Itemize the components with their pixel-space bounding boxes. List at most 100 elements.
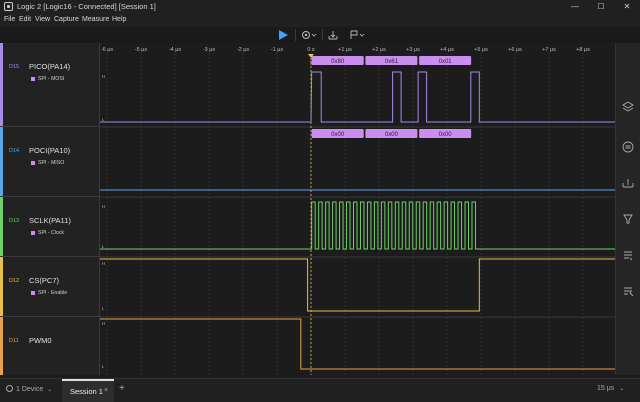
minimize-button[interactable]: — [562,0,588,15]
timing-markers-icon[interactable] [622,177,634,189]
decoded-value: 0x00 [331,132,345,138]
start-capture-button[interactable] [274,28,292,42]
low-level-label: L [102,364,105,369]
measure-icon [328,31,338,40]
app-logo-icon [4,2,13,11]
channel-number: D12 [9,278,20,284]
bottom-bar: 1 Device ⌄ Session 1 × + 15 μs ⌄ [0,378,640,402]
gear-icon [302,31,317,39]
analyzer-label: SPI - Clock [38,230,64,236]
add-session-button[interactable]: + [119,383,125,394]
annotations-icon[interactable] [622,249,634,261]
menu-measure[interactable]: Measure [82,16,109,23]
decoded-value: 0x80 [331,59,345,65]
channel-d15[interactable]: D15 PICO(PA14) SPI - MOSI [0,43,100,127]
high-level-label: H [102,261,105,266]
channel-d11[interactable]: D11 PWM0 [0,317,100,375]
channel-number: D11 [9,338,19,344]
high-level-label: H [102,321,105,326]
close-tab-icon[interactable]: × [104,387,108,394]
chevron-down-icon: ⌄ [619,386,625,392]
time-axis-label: 0 s [307,47,315,53]
waveform-plot[interactable]: -6 μs -5 μs -4 μs -3 μs -2 μs -1 μs 0 s +1 μs +2… [100,43,615,375]
zoom-value: 15 μs [597,385,615,392]
time-axis-label: +1 μs [338,47,352,53]
low-level-label: L [102,117,105,122]
channel-number: D14 [9,148,20,154]
session-tab-label: Session 1 [70,387,103,396]
channel-color-bar [0,317,3,375]
channel-color-bar [0,43,3,126]
analyzer-color-swatch [31,291,35,295]
decoded-value: 0x00 [439,132,453,138]
analyzer-color-swatch [31,231,35,235]
channel-number: D13 [9,218,20,224]
time-axis-label: -2 μs [237,47,250,53]
channel-color-bar [0,257,3,316]
chevron-down-icon: ⌄ [47,387,53,393]
menu-help[interactable]: Help [112,16,126,23]
time-axis-label: -6 μs [101,47,114,53]
waveform-canvas[interactable]: -6 μs -5 μs -4 μs -3 μs -2 μs -1 μs 0 s +1 μs +2… [100,43,615,375]
menu-view[interactable]: View [35,16,50,23]
analyzers-icon[interactable] [622,101,634,113]
menu-file[interactable]: File [4,16,15,23]
high-level-label: H [102,204,105,209]
flag-icon [350,30,365,39]
channel-list: D15 PICO(PA14) SPI - MOSI D14 POCI(PA10)… [0,43,100,375]
high-level-label: H [102,74,105,79]
channel-number: D15 [9,64,20,70]
menu-capture[interactable]: Capture [54,16,79,23]
analyzer-color-swatch [31,77,35,81]
pwm-waveform [100,318,615,370]
channel-name[interactable]: POCI(PA10) [29,146,70,155]
time-axis-label: -5 μs [135,47,148,53]
mosi-waveform [100,71,615,123]
device-icon [6,385,13,392]
window-title: Logic 2 [Logic16 - Connected] [Session 1… [17,2,156,11]
time-axis-label: +7 μs [542,47,556,53]
device-tab[interactable]: 1 Device ⌄ [6,385,52,393]
toolbar [0,27,640,43]
device-settings-button[interactable] [298,28,320,42]
menu-bar: File Edit View Capture Measure Help [0,15,640,27]
notes-icon[interactable] [622,285,634,297]
channel-d13[interactable]: D13 SCLK(PA11) SPI - Clock [0,197,100,257]
close-button[interactable]: ✕ [614,0,640,15]
decoded-value: 0x00 [385,132,399,138]
channel-name[interactable]: CS(PC7) [29,276,59,285]
extensions-icon[interactable] [622,213,634,225]
channel-name[interactable]: SCLK(PA11) [29,216,71,225]
time-axis-label: +4 μs [440,47,454,53]
time-axis-label: -4 μs [169,47,182,53]
time-axis-label: +3 μs [406,47,420,53]
cs-waveform [100,258,615,312]
channel-d12[interactable]: D12 CS(PC7) SPI - Enable [0,257,100,317]
channel-name[interactable]: PWM0 [29,336,52,345]
channel-d14[interactable]: D14 POCI(PA10) SPI - MISO [0,127,100,197]
channel-color-bar [0,127,3,196]
marker-button[interactable] [346,28,368,42]
time-axis-label: +2 μs [372,47,386,53]
play-icon [279,30,288,40]
right-sidebar [615,43,640,375]
measure-button[interactable] [325,28,341,42]
decoded-value: 0x01 [439,59,453,65]
channel-name[interactable]: PICO(PA14) [29,62,70,71]
sclk-waveform [100,201,615,250]
low-level-label: L [102,244,105,249]
terminal-icon[interactable] [622,141,634,153]
title-bar: Logic 2 [Logic16 - Connected] [Session 1… [0,0,640,15]
analyzer-label: SPI - MISO [38,160,65,166]
tab-session-1[interactable]: Session 1 × [62,379,114,402]
device-label: 1 Device [16,386,44,393]
time-axis-label: -3 μs [203,47,216,53]
analyzer-label: SPI - Enable [38,290,68,296]
zoom-level[interactable]: 15 μs ⌄ [597,385,624,392]
menu-edit[interactable]: Edit [19,16,31,23]
time-axis-label: +8 μs [576,47,590,53]
maximize-button[interactable]: ☐ [588,0,614,15]
time-axis-label: +6 μs [508,47,522,53]
low-level-label: L [102,306,105,311]
analyzer-label: SPI - MOSI [38,76,65,82]
